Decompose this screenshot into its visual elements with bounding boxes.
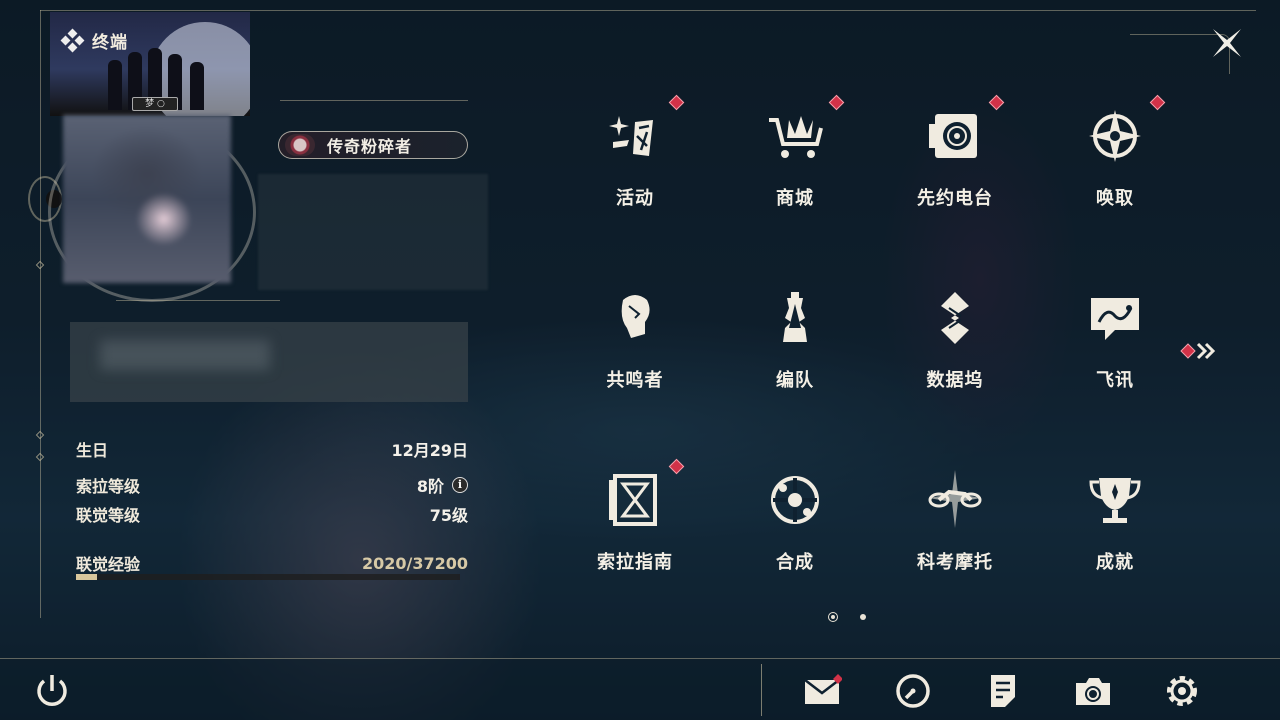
tile-label: 商城 bbox=[776, 188, 814, 209]
stat-label: 生日 bbox=[76, 441, 109, 460]
tile-label: 索拉指南 bbox=[597, 552, 673, 573]
radio-icon bbox=[929, 114, 977, 158]
tile-events[interactable]: 活动 bbox=[555, 76, 715, 256]
stat-value: 75级 bbox=[429, 506, 468, 525]
tile-label: 共鸣者 bbox=[606, 370, 664, 391]
pagination-dots bbox=[826, 610, 874, 624]
next-page-arrows-icon[interactable] bbox=[1180, 340, 1220, 362]
stat-value-wrap: 8阶 i bbox=[417, 473, 468, 497]
data-dock-icon bbox=[941, 292, 969, 344]
mail-icon[interactable] bbox=[802, 671, 842, 711]
redacted-signature-area[interactable] bbox=[70, 322, 468, 402]
frame-left-line bbox=[40, 10, 41, 618]
info-icon[interactable]: i bbox=[452, 477, 468, 493]
shop-icon bbox=[769, 116, 823, 158]
stat-birthday: 生日 12月29日 bbox=[76, 437, 468, 461]
tile-label: 成就 bbox=[1096, 552, 1134, 573]
tile-label: 唤取 bbox=[1096, 188, 1134, 209]
tile-chat[interactable]: 飞讯 bbox=[1035, 258, 1195, 438]
events-icon bbox=[609, 116, 653, 156]
tile-label: 合成 bbox=[776, 552, 814, 573]
tile-team[interactable]: 编队 bbox=[715, 258, 875, 438]
tile-label: 数据坞 bbox=[926, 370, 984, 391]
page-dot[interactable] bbox=[860, 614, 866, 620]
redacted-name-area bbox=[258, 174, 488, 290]
stat-label: 联觉等级 bbox=[76, 506, 141, 525]
exp-label: 联觉经验 bbox=[76, 555, 141, 574]
clock-icon[interactable] bbox=[893, 671, 933, 711]
stat-value: 8阶 bbox=[416, 477, 444, 496]
tile-label: 编队 bbox=[776, 370, 814, 391]
tile-label: 先约电台 bbox=[917, 188, 993, 209]
close-icon[interactable] bbox=[1210, 26, 1244, 60]
chat-icon bbox=[1091, 298, 1139, 340]
exp-value: 2020/37200 bbox=[361, 553, 468, 573]
stat-sola-level: 索拉等级 8阶 i bbox=[76, 473, 468, 497]
stat-union-level: 联觉等级 75级 bbox=[76, 502, 468, 526]
avatar[interactable] bbox=[63, 115, 231, 283]
tile-synthesis[interactable]: 合成 bbox=[715, 440, 875, 620]
stat-label: 索拉等级 bbox=[76, 477, 141, 496]
tile-label: 活动 bbox=[616, 188, 654, 209]
title-badge[interactable]: 传奇粉碎者 bbox=[278, 131, 468, 159]
exp-progress-fill bbox=[76, 574, 97, 580]
achievement-icon bbox=[1089, 478, 1141, 523]
title-badge-label: 传奇粉碎者 bbox=[327, 137, 413, 156]
tile-shop[interactable]: 商城 bbox=[715, 76, 875, 256]
tile-convene[interactable]: 唤取 bbox=[1035, 76, 1195, 256]
page-title: 终端 bbox=[92, 33, 128, 53]
page-dot-active[interactable] bbox=[828, 612, 838, 622]
motorcycle-icon bbox=[928, 470, 982, 528]
badge-emblem-icon bbox=[285, 134, 315, 156]
tile-label: 飞讯 bbox=[1096, 370, 1134, 391]
terminal-icon bbox=[60, 28, 85, 52]
tile-achievement[interactable]: 成就 bbox=[1035, 440, 1195, 620]
resonator-icon bbox=[621, 295, 650, 338]
frame-top-line bbox=[40, 10, 1256, 11]
team-icon bbox=[783, 292, 807, 342]
settings-icon[interactable] bbox=[1162, 671, 1202, 711]
namecard-plate: 梦 ○ bbox=[132, 97, 178, 111]
tile-resonator[interactable]: 共鸣者 bbox=[555, 258, 715, 438]
camera-icon[interactable] bbox=[1073, 671, 1113, 711]
terminal-header: 终端 bbox=[60, 28, 128, 53]
tile-guidebook[interactable]: 索拉指南 bbox=[555, 440, 715, 620]
exp-progress-bar bbox=[76, 574, 460, 580]
divider bbox=[116, 300, 280, 301]
guidebook-icon bbox=[609, 474, 657, 526]
convene-icon bbox=[1089, 110, 1141, 162]
power-icon[interactable] bbox=[32, 671, 72, 711]
stat-value: 12月29日 bbox=[391, 441, 468, 460]
tile-data-dock[interactable]: 数据坞 bbox=[875, 258, 1035, 438]
notes-icon[interactable] bbox=[983, 671, 1023, 711]
tile-radio[interactable]: 先约电台 bbox=[875, 76, 1035, 256]
tile-motorcycle[interactable]: 科考摩托 bbox=[875, 440, 1035, 620]
bottom-divider bbox=[761, 664, 762, 716]
synthesis-icon bbox=[771, 476, 819, 524]
divider bbox=[280, 100, 468, 101]
stat-union-exp: 联觉经验 2020/37200 bbox=[76, 551, 468, 575]
tile-label: 科考摩托 bbox=[917, 552, 993, 573]
